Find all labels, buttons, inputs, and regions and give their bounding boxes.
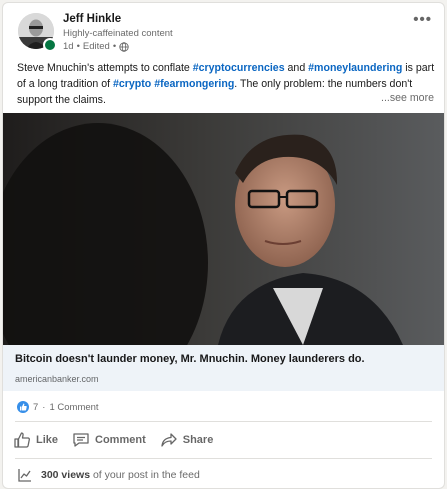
hashtag-link[interactable]: #moneylaundering [308,62,402,74]
article-title[interactable]: Bitcoin doesn't launder money, Mr. Mnuch… [15,353,365,365]
article-photo [3,113,444,345]
share-button[interactable]: Share [160,431,214,449]
hashtag-link[interactable]: #crypto [113,78,151,90]
share-label: Share [182,434,214,446]
see-more-link[interactable]: ...see more [377,92,434,104]
divider [15,458,432,459]
like-icon [14,432,30,448]
online-status-indicator [43,38,57,52]
social-separator: · [42,401,46,413]
share-icon [161,433,177,447]
feed-post-card: Jeff Hinkle Highly-caffeinated content 1… [2,2,445,489]
like-label: Like [36,434,59,446]
views-suffix: of your post in the feed [92,469,200,481]
comment-button[interactable]: Comment [72,431,146,449]
more-options-icon[interactable]: ••• [413,11,432,28]
post-meta: 1d • Edited • [63,41,129,52]
comment-count[interactable]: 1 Comment [49,402,98,413]
post-text: Steve Mnuchin's attempts to conflate #cr… [17,60,435,108]
globe-icon[interactable] [119,41,129,52]
like-button[interactable]: Like [13,431,58,449]
article-link-preview[interactable]: Bitcoin doesn't launder money, Mr. Mnuch… [3,345,444,391]
meta-separator: • [76,41,80,52]
post-header: Jeff Hinkle Highly-caffeinated content 1… [3,3,444,61]
like-reaction-icon[interactable] [17,401,29,413]
author-headline: Highly-caffeinated content [63,28,173,39]
post-text-segment: and [284,62,309,74]
post-text-segment: Steve Mnuchin's attempts to conflate [17,62,193,74]
edited-label: Edited [82,41,110,52]
article-image[interactable] [3,113,444,345]
social-counts: 7 · 1 Comment [17,401,99,413]
hashtag-link[interactable]: #fearmongering [154,78,234,90]
comment-label: Comment [95,434,146,446]
article-domain: americanbanker.com [15,374,99,384]
views-count: 300 views [41,469,91,481]
reaction-count[interactable]: 7 [33,402,38,413]
analytics-icon [18,469,31,482]
hashtag-link[interactable]: #cryptocurrencies [193,62,285,74]
post-age: 1d [63,41,74,52]
meta-separator: • [112,41,117,52]
author-name[interactable]: Jeff Hinkle [63,13,121,25]
post-actions: Like Comment Share [13,427,213,453]
comment-icon [73,433,89,447]
divider [15,421,432,422]
post-analytics[interactable]: 300 views of your post in the feed [17,467,200,483]
